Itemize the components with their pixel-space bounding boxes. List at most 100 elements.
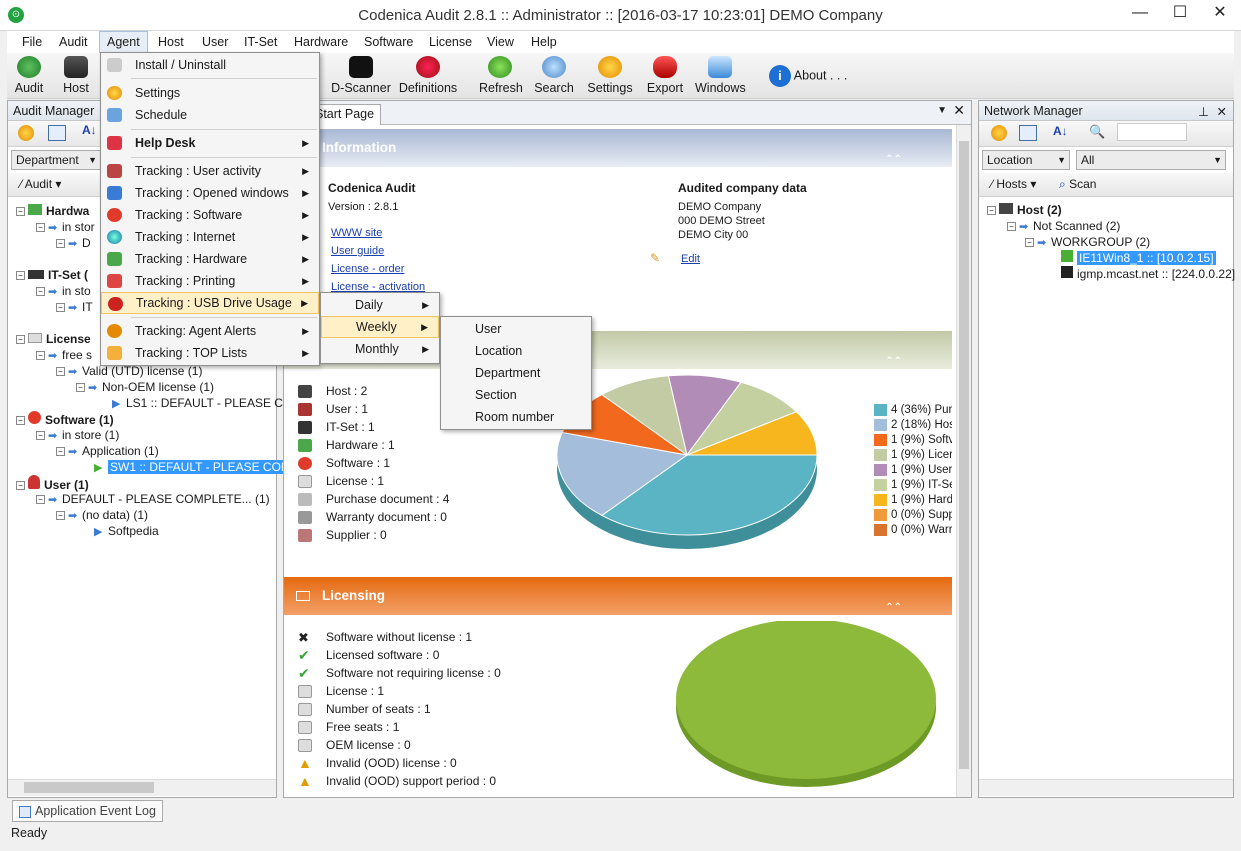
tree-node[interactable]: − ➡ in stor (36, 219, 95, 235)
edit-link[interactable]: Edit (681, 253, 700, 265)
menu-item-printing[interactable]: Tracking : Printing ▶ (101, 270, 319, 292)
menu-hardware[interactable]: Hardware (287, 31, 355, 53)
audit-tool-button[interactable]: Audit (11, 56, 47, 95)
minimize-button[interactable]: — (1126, 2, 1154, 24)
license-order-link[interactable]: License - order (331, 263, 404, 275)
menu-item-agent-alerts[interactable]: Tracking: Agent Alerts ▶ (101, 320, 319, 342)
tree-node[interactable]: − ➡ (no data) (1) (56, 507, 148, 523)
gear-icon[interactable] (18, 125, 34, 141)
user-guide-link[interactable]: User guide (331, 245, 384, 257)
menu-user[interactable]: User (195, 31, 235, 53)
tab-application-event-log[interactable]: Application Event Log (12, 800, 163, 822)
menu-item-internet[interactable]: Tracking : Internet ▶ (101, 226, 319, 248)
menu-view[interactable]: View (480, 31, 521, 53)
settings-tool-button[interactable]: Settings (586, 56, 634, 95)
tree-node[interactable]: − ➡ Application (1) (56, 443, 159, 459)
refresh-tool-button[interactable]: Refresh (479, 56, 523, 95)
tree-leaf[interactable]: ▶ LS1 :: DEFAULT - PLEASE COM (112, 395, 302, 411)
menu-audit[interactable]: Audit (52, 31, 95, 53)
menu-help[interactable]: Help (524, 31, 564, 53)
dscanner-tool-button[interactable]: D-Scanner (330, 56, 392, 95)
tree-view-icon[interactable] (1019, 125, 1037, 141)
tree-leaf[interactable]: igmp.mcast.net :: [224.0.0.22] (1061, 266, 1235, 282)
menu-file[interactable]: File (15, 31, 49, 53)
panel-close-icon[interactable]: ✕ (1217, 102, 1227, 122)
horizontal-scrollbar[interactable] (8, 779, 276, 796)
search-icon[interactable]: 🔍 (1089, 124, 1105, 140)
scroll-thumb[interactable] (959, 141, 969, 769)
search-tool-button[interactable]: Search (534, 56, 574, 95)
department-combo[interactable]: Department ▼ (11, 150, 101, 170)
tree-node[interactable]: − ➡ Non-OEM license (1) (76, 379, 214, 395)
menu-host[interactable]: Host (151, 31, 191, 53)
hosts-button[interactable]: ⁄ Hosts ▾ (991, 177, 1036, 191)
menu-item-software[interactable]: Tracking : Software ▶ (101, 204, 319, 226)
menu-license[interactable]: License (422, 31, 479, 53)
maximize-button[interactable]: ☐ (1166, 2, 1194, 24)
www-site-link[interactable]: WWW site (331, 227, 382, 239)
tree-node[interactable]: − ➡ D (56, 235, 91, 251)
tree-view-icon[interactable] (48, 125, 66, 141)
menu-item-schedule[interactable]: Schedule (101, 104, 319, 126)
information-header[interactable]: Information ⌃⌃ (284, 129, 952, 167)
menu-item-help-desk[interactable]: Help Desk ▶ (101, 132, 319, 154)
menu-item-user[interactable]: User (441, 318, 591, 340)
menu-software[interactable]: Software (357, 31, 420, 53)
collapse-icon[interactable]: ⌃⌃ (885, 343, 902, 381)
menu-item-install[interactable]: Install / Uninstall (101, 54, 319, 76)
menu-item-location[interactable]: Location (441, 340, 591, 362)
menu-item-department[interactable]: Department (441, 362, 591, 384)
menu-item-top-lists[interactable]: Tracking : TOP Lists ▶ (101, 342, 319, 364)
menu-item-section[interactable]: Section (441, 384, 591, 406)
sort-icon[interactable]: A↓ (82, 123, 97, 137)
menu-item-settings[interactable]: Settings (101, 82, 319, 104)
audit-wand-button[interactable]: ⁄ Audit ▾ (20, 177, 61, 191)
export-tool-button[interactable]: Export (645, 56, 685, 95)
tree-node[interactable]: − User (1) (16, 475, 89, 492)
tree-node[interactable]: − ➡ in sto (36, 283, 91, 299)
tree-node[interactable]: − Host (2) (987, 202, 1062, 218)
close-button[interactable]: ✕ (1206, 2, 1234, 24)
tree-node[interactable]: − ➡ Not Scanned (2) (1007, 218, 1120, 234)
scan-button[interactable]: ⌕ Scan (1059, 177, 1096, 192)
windows-tool-button[interactable]: Windows (695, 56, 746, 95)
tree-node[interactable]: − ➡ free s (36, 347, 92, 363)
pin-icon[interactable]: ⊥ (1198, 102, 1209, 122)
menu-item-usb-drive-usage[interactable]: Tracking : USB Drive Usage ▶ (101, 292, 319, 314)
sort-icon[interactable]: A↓ (1053, 124, 1068, 138)
menu-itset[interactable]: IT-Set (237, 31, 284, 53)
menu-item-weekly[interactable]: Weekly ▶ (321, 316, 439, 338)
tree-node[interactable]: − Software (1) (16, 411, 114, 427)
tree-node[interactable]: − IT-Set ( (16, 267, 88, 283)
tree-leaf-selected[interactable]: IE11Win8_1 :: [10.0.2.15] (1061, 250, 1216, 266)
menu-item-room-number[interactable]: Room number (441, 406, 591, 428)
collapse-icon[interactable]: ⌃⌃ (885, 141, 902, 179)
about-tool-button[interactable]: i About . . . (769, 65, 859, 87)
tree-node[interactable]: − ➡ WORKGROUP (2) (1025, 234, 1150, 250)
tree-leaf[interactable]: ▶ Softpedia (94, 523, 159, 539)
menu-item-opened-windows[interactable]: Tracking : Opened windows ▶ (101, 182, 319, 204)
definitions-tool-button[interactable]: Definitions (397, 56, 459, 95)
host-tool-button[interactable]: Host (59, 56, 93, 95)
menu-item-daily[interactable]: Daily ▶ (321, 294, 439, 316)
tree-node[interactable]: − ➡ in store (1) (36, 427, 119, 443)
licensing-header[interactable]: Licensing ⌃⌃ (284, 577, 952, 615)
horizontal-scrollbar[interactable] (979, 779, 1233, 796)
tree-node[interactable]: − License (16, 331, 91, 347)
menu-agent[interactable]: Agent (99, 31, 148, 53)
location-combo[interactable]: Location ▼ (982, 150, 1070, 170)
gear-icon[interactable] (991, 125, 1007, 141)
vertical-scrollbar[interactable] (956, 125, 971, 797)
tab-menu-icon[interactable]: ▼ (937, 105, 947, 116)
tree-node[interactable]: − Hardwa (16, 203, 89, 219)
menu-item-user-activity[interactable]: Tracking : User activity ▶ (101, 160, 319, 182)
tab-close-icon[interactable]: ✕ (953, 102, 965, 119)
tree-node[interactable]: − ➡ DEFAULT - PLEASE COMPLETE... (1) (36, 491, 270, 507)
menu-item-monthly[interactable]: Monthly ▶ (321, 338, 439, 360)
all-combo[interactable]: All ▼ (1076, 150, 1226, 170)
scroll-thumb[interactable] (24, 782, 154, 793)
tree-node[interactable]: − ➡ IT (56, 299, 93, 315)
network-search-input[interactable] (1117, 123, 1187, 141)
tree-leaf-selected[interactable]: ▶ SW1 :: DEFAULT - PLEASE COMPL (94, 459, 308, 475)
menu-item-hardware[interactable]: Tracking : Hardware ▶ (101, 248, 319, 270)
